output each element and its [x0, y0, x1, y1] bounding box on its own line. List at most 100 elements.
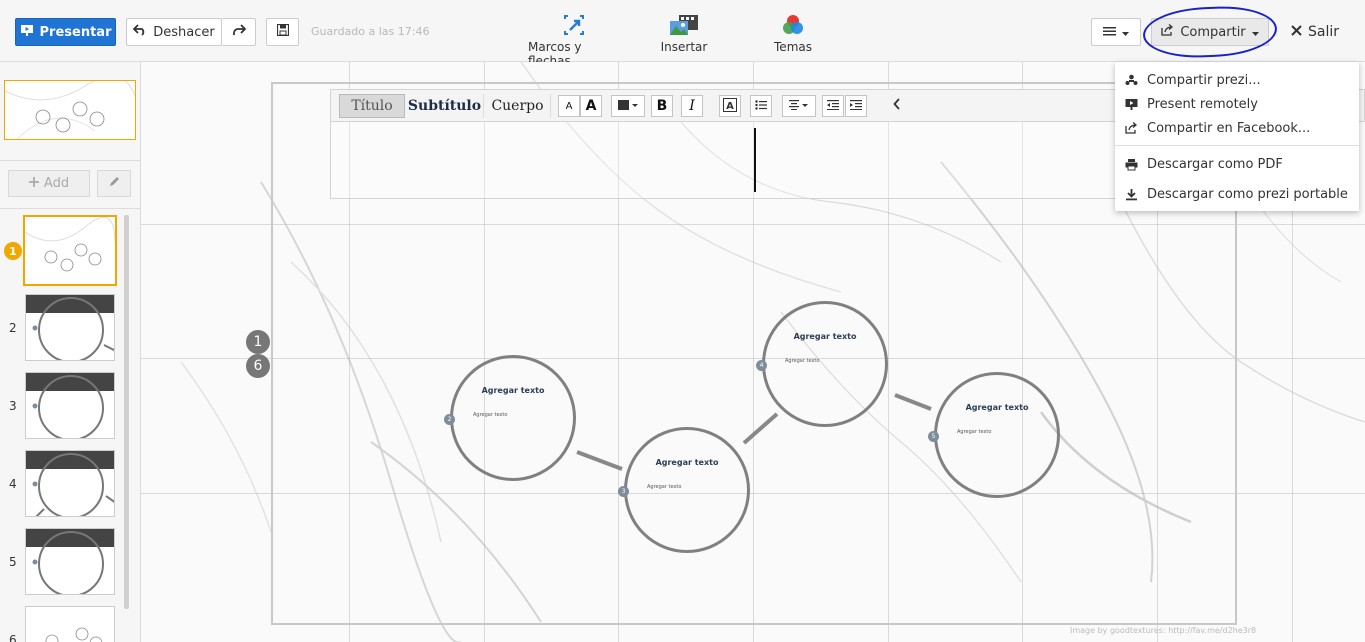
- overview-thumbnail[interactable]: [4, 80, 136, 140]
- menu-item-label: Present remotely: [1147, 96, 1258, 112]
- chevron-left-icon: [893, 98, 901, 114]
- text-color-picker[interactable]: [611, 95, 645, 117]
- share-caret-icon: [1251, 25, 1259, 40]
- color-swatch-icon: [617, 99, 639, 114]
- text-bubble-3[interactable]: 3 Agregar texto Agregar texto: [618, 427, 750, 553]
- insert-media-icon: [669, 12, 699, 36]
- top-toolbar: Presentar Deshacer Guardado a las 17:46 …: [0, 0, 1365, 68]
- hamburger-menu-button[interactable]: [1091, 18, 1141, 46]
- highlight-button[interactable]: A: [719, 95, 741, 117]
- slide-thumbnail-1[interactable]: [23, 215, 117, 286]
- saved-status: Guardado a las 17:46: [311, 25, 430, 38]
- save-button[interactable]: [266, 18, 299, 46]
- bubble-body: Agregar texto: [647, 484, 682, 490]
- text-bubble-2[interactable]: 2 Agregar texto Agregar texto: [444, 355, 576, 481]
- caret-down-icon: [1122, 25, 1129, 40]
- bold-icon: B: [656, 98, 668, 114]
- bubble-step-number: 3: [618, 486, 629, 497]
- plus-icon: [28, 176, 39, 191]
- slide-thumbnail-2[interactable]: [25, 294, 115, 361]
- bold-button[interactable]: B: [651, 95, 673, 117]
- font-large-icon: A: [585, 98, 597, 114]
- add-slide-button[interactable]: Add: [8, 170, 90, 197]
- indent-button[interactable]: [845, 95, 867, 117]
- bullet-list-icon: [755, 99, 767, 113]
- slide-number: 3: [9, 399, 17, 413]
- share-label: Compartir: [1180, 24, 1246, 40]
- collapse-toolbar-button[interactable]: [887, 95, 907, 117]
- slide-number: 6: [9, 633, 17, 642]
- menu-item-label: Compartir en Facebook...: [1147, 120, 1311, 136]
- menu-item-label: Descargar como PDF: [1147, 156, 1283, 172]
- italic-button[interactable]: I: [681, 95, 703, 117]
- exit-button[interactable]: Salir: [1280, 18, 1350, 46]
- align-icon: [789, 99, 809, 113]
- save-icon: [276, 23, 289, 40]
- sidebar-divider: [0, 208, 140, 209]
- close-icon: [1291, 24, 1302, 40]
- present-label: Presentar: [39, 24, 112, 40]
- outdent-button[interactable]: [822, 95, 844, 117]
- align-dropdown-button[interactable]: [782, 95, 816, 117]
- present-remotely-icon: [1125, 98, 1138, 111]
- redo-icon: [232, 24, 246, 40]
- pencil-icon: [108, 176, 120, 192]
- bubble-step-number: 2: [444, 414, 455, 425]
- slides-sidebar: Add 1 2 3 4 5 6: [0, 62, 141, 642]
- menu-item-download-portable[interactable]: Descargar como prezi portable: [1115, 182, 1359, 206]
- share-button[interactable]: Compartir: [1151, 18, 1269, 46]
- insert-label: Insertar: [660, 40, 708, 54]
- undo-button[interactable]: Deshacer: [126, 18, 222, 46]
- external-share-icon: [1125, 122, 1138, 135]
- bubble-body: Agregar texto: [785, 358, 820, 364]
- exit-label: Salir: [1307, 24, 1339, 40]
- edit-path-button[interactable]: [97, 170, 131, 197]
- font-size-increase-button[interactable]: A: [580, 95, 602, 117]
- bubble-step-number: 5: [928, 431, 939, 442]
- slide-thumbnail-3[interactable]: [25, 372, 115, 439]
- style-title-button[interactable]: Título: [339, 94, 405, 118]
- highlight-icon: A: [723, 97, 737, 115]
- frames-arrows-tool[interactable]: Marcos y flechas: [528, 12, 620, 68]
- font-size-decrease-button[interactable]: A: [558, 95, 580, 117]
- outdent-icon: [827, 99, 839, 113]
- slide-number-badge: 1: [4, 242, 22, 260]
- themes-tool[interactable]: Temas: [770, 12, 816, 54]
- share-people-icon: [1125, 74, 1138, 87]
- bullet-list-button[interactable]: [750, 95, 772, 117]
- svg-text:A: A: [726, 101, 734, 112]
- menu-separator: [1115, 145, 1359, 146]
- text-edit-box[interactable]: [330, 122, 1235, 199]
- text-bubble-4[interactable]: 4 Agregar texto Agregar texto: [756, 301, 888, 427]
- slide-thumbnail-5[interactable]: [25, 528, 115, 595]
- sidebar-scrollbar[interactable]: [124, 215, 129, 609]
- insert-tool[interactable]: Insertar: [656, 12, 712, 54]
- bubble-title: Agregar texto: [793, 332, 857, 341]
- style-subtitle-button[interactable]: Subtítulo: [406, 94, 484, 118]
- menu-item-label: Descargar como prezi portable: [1147, 186, 1348, 202]
- slide-number: 4: [9, 477, 17, 491]
- slide-thumbnail-6[interactable]: [25, 606, 115, 642]
- text-bubble-5[interactable]: 5 Agregar texto Agregar texto: [928, 372, 1060, 498]
- bubble-step-number: 4: [756, 360, 767, 371]
- download-icon: [1125, 188, 1138, 201]
- undo-label: Deshacer: [153, 24, 215, 40]
- themes-icon: [782, 12, 804, 36]
- themes-label: Temas: [774, 40, 812, 54]
- add-label: Add: [43, 176, 70, 191]
- frames-arrows-icon: [563, 12, 585, 36]
- menu-item-share-prezi[interactable]: Compartir prezi...: [1115, 68, 1359, 92]
- sidebar-divider: [0, 160, 140, 161]
- bubble-title: Agregar texto: [965, 403, 1029, 412]
- menu-item-label: Compartir prezi...: [1147, 72, 1261, 88]
- bubble-title: Agregar texto: [481, 386, 545, 395]
- present-button[interactable]: Presentar: [15, 18, 116, 46]
- menu-item-share-facebook[interactable]: Compartir en Facebook...: [1115, 116, 1359, 140]
- redo-button[interactable]: [222, 18, 256, 46]
- menu-item-present-remotely[interactable]: Present remotely: [1115, 92, 1359, 116]
- image-credit: Image by goodtextures: http://fav.me/d2h…: [1070, 626, 1257, 635]
- style-body-button[interactable]: Cuerpo: [485, 94, 551, 118]
- menu-item-download-pdf[interactable]: Descargar como PDF: [1115, 152, 1359, 176]
- slide-number: 5: [9, 555, 17, 569]
- slide-thumbnail-4[interactable]: [25, 450, 115, 517]
